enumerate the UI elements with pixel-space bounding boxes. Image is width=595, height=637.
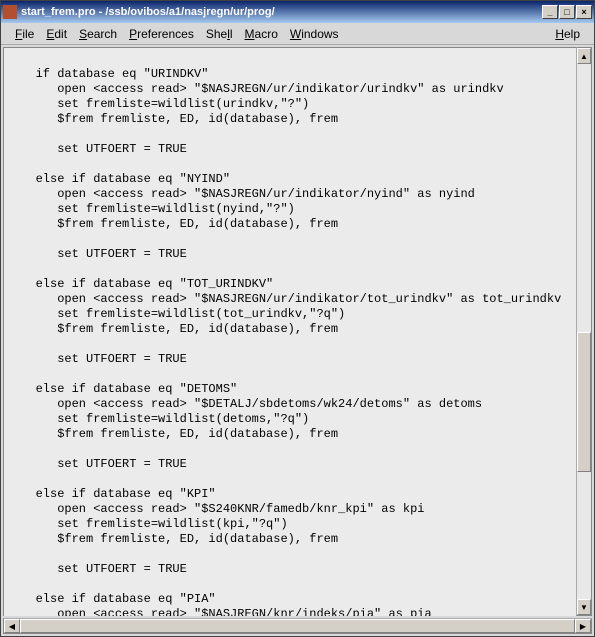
vertical-scroll-thumb[interactable]	[577, 332, 591, 472]
maximize-button[interactable]: □	[559, 5, 575, 19]
horizontal-scrollbar[interactable]: ◀ ▶	[3, 618, 592, 634]
scroll-left-button[interactable]: ◀	[4, 619, 20, 633]
scroll-down-button[interactable]: ▼	[577, 599, 591, 615]
menu-macro[interactable]: Macro	[239, 25, 284, 43]
menu-search[interactable]: Search	[73, 25, 123, 43]
horizontal-scroll-thumb[interactable]	[20, 619, 575, 633]
menu-preferences[interactable]: Preferences	[123, 25, 200, 43]
menu-edit[interactable]: Edit	[40, 25, 73, 43]
vertical-scrollbar[interactable]: ▲ ▼	[576, 47, 592, 616]
titlebar[interactable]: start_frem.pro - /ssb/ovibos/a1/nasjregn…	[1, 1, 594, 23]
menu-windows[interactable]: Windows	[284, 25, 345, 43]
vertical-scroll-track[interactable]	[577, 64, 591, 599]
app-icon	[3, 5, 17, 19]
code-editor[interactable]: if database eq "URINDKV" open <access re…	[3, 47, 576, 616]
menu-file[interactable]: File	[9, 25, 40, 43]
app-window: start_frem.pro - /ssb/ovibos/a1/nasjregn…	[0, 0, 595, 637]
close-button[interactable]: ×	[576, 5, 592, 19]
content-area: if database eq "URINDKV" open <access re…	[1, 45, 594, 618]
window-title: start_frem.pro - /ssb/ovibos/a1/nasjregn…	[21, 6, 542, 18]
minimize-button[interactable]: _	[542, 5, 558, 19]
scroll-right-button[interactable]: ▶	[575, 619, 591, 633]
menu-shell[interactable]: Shell	[200, 25, 239, 43]
menu-help[interactable]: Help	[549, 25, 586, 43]
horizontal-scroll-track[interactable]	[20, 619, 575, 633]
window-buttons: _ □ ×	[542, 5, 592, 19]
scroll-up-button[interactable]: ▲	[577, 48, 591, 64]
menubar: File Edit Search Preferences Shell Macro…	[1, 23, 594, 45]
